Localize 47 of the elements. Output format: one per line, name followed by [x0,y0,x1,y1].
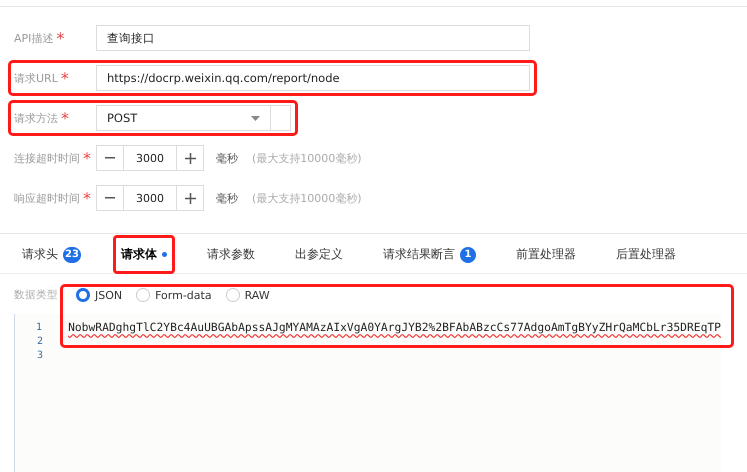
field-label: API描述 [14,30,54,46]
required-mark: * [56,28,64,48]
tab[interactable]: 请求参数 [198,235,263,274]
field-label: 连接超时时间 [14,150,80,166]
minus-icon [105,157,115,159]
radio-option[interactable]: RAW [226,288,270,302]
line-number: 2 [36,336,43,346]
caret-icon [251,116,260,120]
unit-label: 毫秒 [216,150,238,166]
tab[interactable]: 后置处理器 [608,235,684,274]
code-editor[interactable]: 1 NobwRADghgTlC2YBc4AuUBGAbApssAJgMYAMAzAIxVgA0YArgJYB2%2BFAbABzcCs77AdgoAmTgBYyZHrQaMCbLr35DREqTP 2 3 [14,314,721,472]
required-mark: * [83,148,91,168]
line-number: 1 [35,322,42,332]
unit-label: 毫秒 [216,190,238,206]
field-label: 响应超时时间 [14,190,80,206]
required-mark: * [61,108,69,128]
field-label: 数据类型 [14,288,58,302]
tab-label: 前置处理器 [516,246,576,263]
hint-text: (最大支持10000毫秒) [252,190,362,206]
tab-label: 请求头 [22,246,58,263]
tab-label: 请求结果断言 [382,246,455,263]
input-field[interactable]: 查询接口 [96,25,530,51]
plus-icon [184,152,196,164]
required-mark: * [60,68,69,88]
count-badge: 23 [63,246,81,262]
tab-label: 请求参数 [206,246,255,263]
hint-text: (最大支持10000毫秒) [252,150,362,166]
line-number: 3 [36,350,43,360]
field-label: 请求方法 [14,110,58,126]
tab-label: 请求体 [120,246,157,263]
field-label: 请求URL [14,70,58,86]
count-badge: 1 [460,246,476,262]
tab-label: 后置处理器 [616,246,676,263]
tab[interactable]: 请求结果断言 1 [374,235,484,274]
code-line: NobwRADghgTlC2YBc4AuUBGAbApssAJgMYAMAzAIxVgA0YArgJYB2%2BFAbABzcCs77AdgoAmTgBYyZHrQaMCbLr35DREqTP [68,320,721,334]
tab[interactable]: 出参定义 [286,235,351,274]
tab-label: 出参定义 [294,246,343,263]
tab[interactable]: 前置处理器 [508,235,584,274]
tab[interactable]: 请求体 [112,235,175,274]
radio-option[interactable]: Form-data [136,288,212,302]
required-mark: * [83,188,91,208]
radio-option[interactable]: JSON [76,288,122,302]
select-field[interactable]: POST [96,105,271,131]
minus-icon [105,197,115,199]
tab[interactable]: 请求头 23 [14,235,89,274]
plus-icon [184,192,196,204]
input-field[interactable]: https://docrp.weixin.qq.com/report/node [96,65,530,91]
